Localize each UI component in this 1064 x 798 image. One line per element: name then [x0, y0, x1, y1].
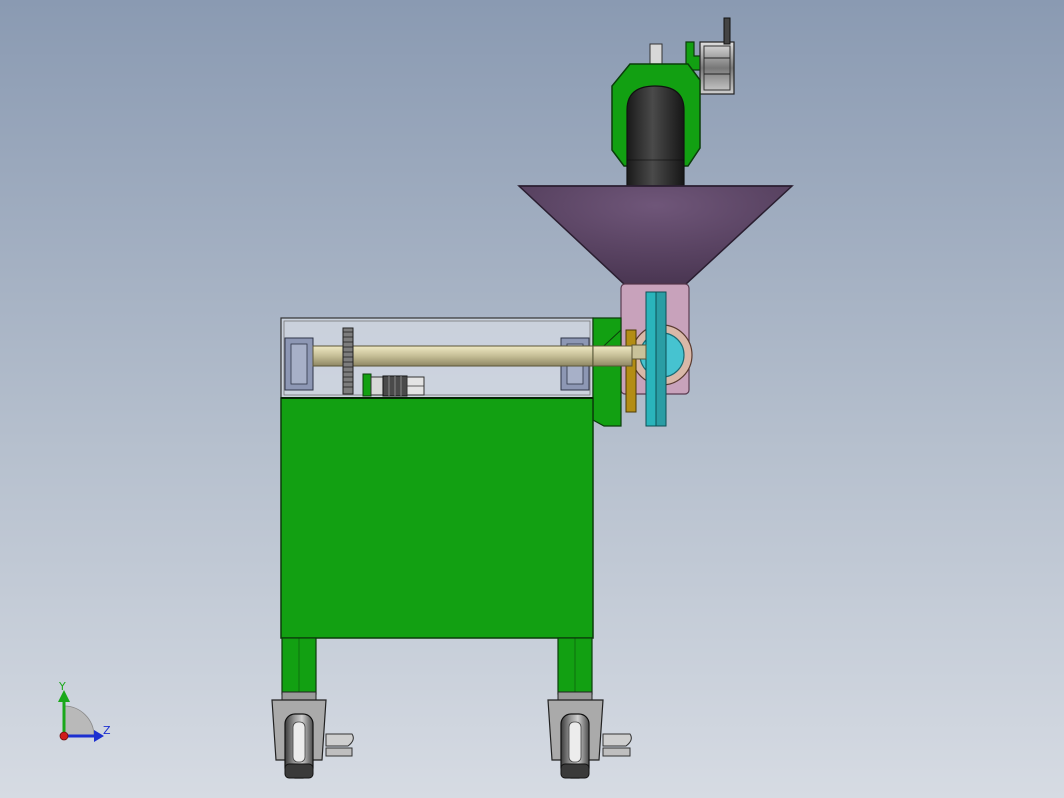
drive-shaft [312, 345, 633, 367]
cad-viewport[interactable]: Y Z [0, 0, 1064, 798]
machine-assembly-drawing: Y Z [58, 17, 794, 779]
caster-brake-lever [602, 733, 632, 747]
triad-plane [63, 705, 95, 737]
gold-plate [625, 329, 637, 413]
y-axis-label: Y [58, 680, 66, 693]
cyan-plate-right [655, 291, 667, 427]
motor-shaft [723, 17, 731, 45]
main-cabinet [280, 397, 594, 695]
feed-head [611, 17, 735, 187]
feed-tube [626, 85, 685, 187]
caster-brake-lever [325, 733, 354, 747]
shaft-coupling [631, 344, 647, 360]
gear-motor [362, 373, 425, 397]
hopper-funnel [517, 185, 794, 285]
caster-left [271, 691, 354, 779]
caster-right [547, 691, 632, 779]
x-axis-dot [59, 731, 69, 741]
shaft-extension [592, 345, 633, 367]
orientation-triad[interactable]: Y Z [58, 680, 111, 742]
stepper-motor [699, 41, 735, 95]
z-axis-label: Z [103, 724, 111, 737]
hopper [517, 185, 794, 285]
cabinet-body [280, 397, 594, 639]
spur-gear [342, 327, 354, 395]
